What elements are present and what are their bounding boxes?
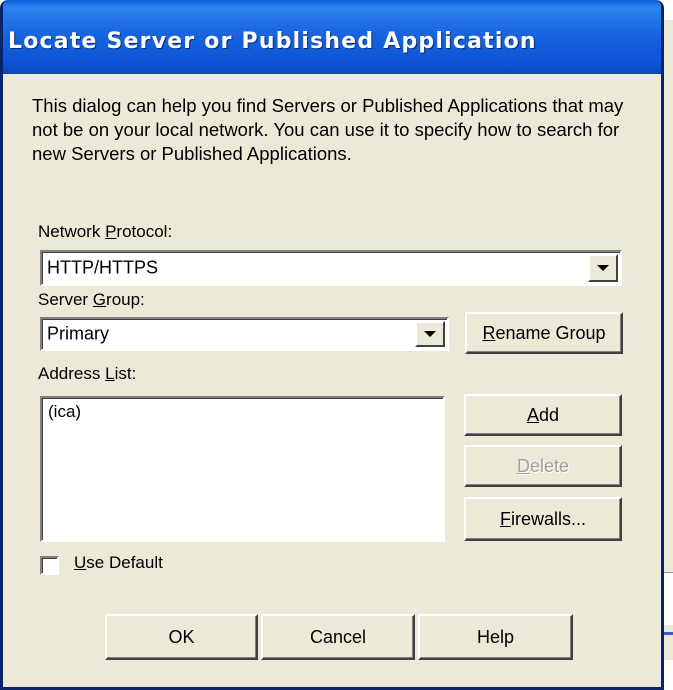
use-default-label[interactable]: Use Default: [74, 553, 163, 573]
rename-group-button[interactable]: Rename Group: [465, 312, 623, 354]
firewalls-button[interactable]: Firewalls...: [464, 497, 622, 541]
network-protocol-dropdown[interactable]: HTTP/HTTPS: [40, 250, 622, 286]
dialog-description: This dialog can help you find Servers or…: [32, 95, 624, 164]
chevron-down-icon[interactable]: [588, 254, 618, 282]
server-group-value: Primary: [47, 323, 109, 344]
locate-server-dialog: Locate Server or Published Application T…: [0, 0, 664, 690]
ok-button[interactable]: OK: [105, 614, 258, 660]
delete-button[interactable]: Delete: [464, 445, 622, 487]
chevron-down-icon[interactable]: [415, 321, 445, 347]
dialog-title: Locate Server or Published Application: [8, 29, 537, 54]
title-bar[interactable]: Locate Server or Published Application: [3, 0, 661, 74]
list-item[interactable]: (ica): [48, 402, 81, 422]
address-list-label: Address List:: [38, 364, 137, 383]
add-button[interactable]: Add: [464, 394, 622, 436]
cancel-button[interactable]: Cancel: [261, 614, 415, 660]
server-group-label: Server Group:: [38, 290, 145, 309]
network-protocol-label: Network Protocol:: [38, 222, 173, 241]
use-default-checkbox[interactable]: [40, 556, 59, 575]
help-button[interactable]: Help: [418, 614, 573, 660]
address-listbox[interactable]: (ica): [40, 396, 445, 542]
server-group-dropdown[interactable]: Primary: [40, 317, 449, 351]
network-protocol-value: HTTP/HTTPS: [47, 257, 158, 278]
